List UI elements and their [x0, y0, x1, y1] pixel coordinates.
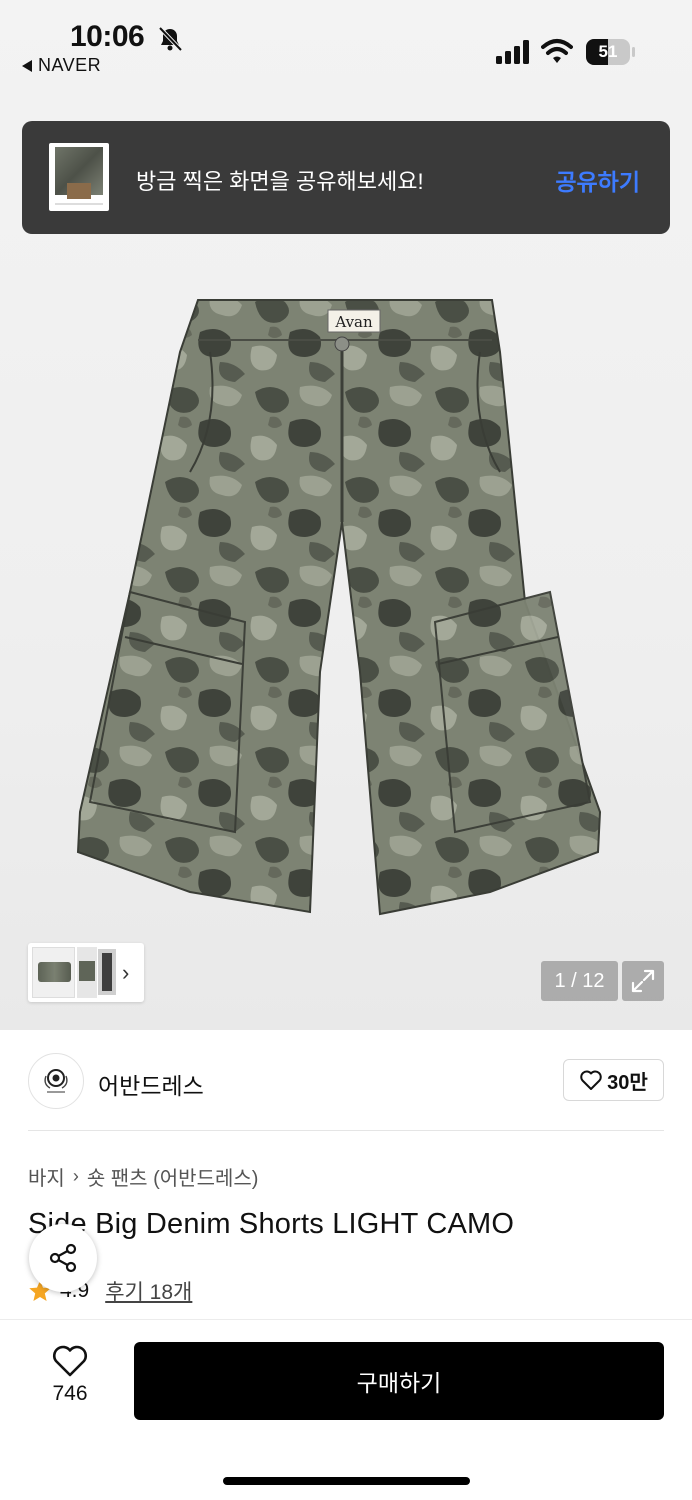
status-bar: 10:06 NAVER 51: [0, 0, 692, 90]
share-button[interactable]: [29, 1224, 97, 1292]
home-indicator[interactable]: [223, 1477, 470, 1485]
store-emblem-icon: [44, 1069, 68, 1093]
heart-outline-icon: [580, 1070, 602, 1090]
back-triangle-icon: [22, 59, 32, 72]
store-name[interactable]: 어반드레스: [98, 1067, 204, 1101]
like-button[interactable]: 746: [40, 1344, 100, 1414]
follow-store-button[interactable]: 30만: [563, 1059, 664, 1101]
share-toast: 방금 찍은 화면을 공유해보세요! 공유하기: [22, 121, 670, 234]
thumbnail-strip[interactable]: ›: [28, 943, 144, 1002]
chevron-right-icon: ›: [72, 1166, 79, 1186]
follow-count: 30만: [607, 1071, 648, 1094]
product-gallery[interactable]: 10:06 NAVER 51 방금 찍은 화면을 공유해보세요! 공유하기 Av…: [0, 0, 692, 1030]
expand-button[interactable]: [622, 961, 664, 1001]
store-row[interactable]: 어반드레스 30만: [28, 1051, 664, 1111]
product-image[interactable]: Avan: [70, 292, 610, 932]
breadcrumb-subcategory[interactable]: 숏 팬츠 (어반드레스): [87, 1162, 259, 1191]
reviews-link[interactable]: 후기 18개: [105, 1276, 192, 1306]
breadcrumb: 바지 › 숏 팬츠 (어반드레스): [28, 1162, 258, 1191]
share-toast-message: 방금 찍은 화면을 공유해보세요!: [136, 169, 424, 194]
thumbnail-3[interactable]: [98, 949, 116, 995]
bell-slash-icon: [158, 26, 183, 52]
heart-icon: [53, 1345, 87, 1377]
divider: [28, 1130, 664, 1131]
brand-tag: Avan: [334, 313, 373, 331]
back-app-label: NAVER: [38, 55, 102, 75]
thumbnail-1[interactable]: [32, 947, 75, 998]
screenshot-thumbnail[interactable]: [49, 143, 109, 211]
store-logo[interactable]: [28, 1053, 84, 1109]
product-title: Side Big Denim Shorts LIGHT CAMO: [28, 1208, 515, 1240]
expand-icon: [631, 969, 655, 993]
buy-button[interactable]: 구매하기: [134, 1342, 664, 1420]
battery-level: 51: [598, 42, 618, 61]
breadcrumb-category[interactable]: 바지: [28, 1162, 65, 1191]
bottom-action-bar: 746 구매하기: [0, 1319, 692, 1500]
back-to-app-link[interactable]: NAVER: [22, 55, 101, 76]
image-counter: 1 / 12: [541, 961, 618, 1001]
share-now-button[interactable]: 공유하기: [555, 163, 640, 197]
status-time: 10:06: [70, 20, 145, 53]
thumbnail-2[interactable]: [77, 947, 97, 998]
wifi-icon: [541, 39, 573, 63]
battery-indicator: 51: [586, 39, 635, 65]
signal-icon: [496, 40, 529, 64]
share-icon: [49, 1243, 77, 1273]
like-count: 746: [52, 1382, 88, 1405]
chevron-right-icon[interactable]: ›: [122, 960, 129, 986]
